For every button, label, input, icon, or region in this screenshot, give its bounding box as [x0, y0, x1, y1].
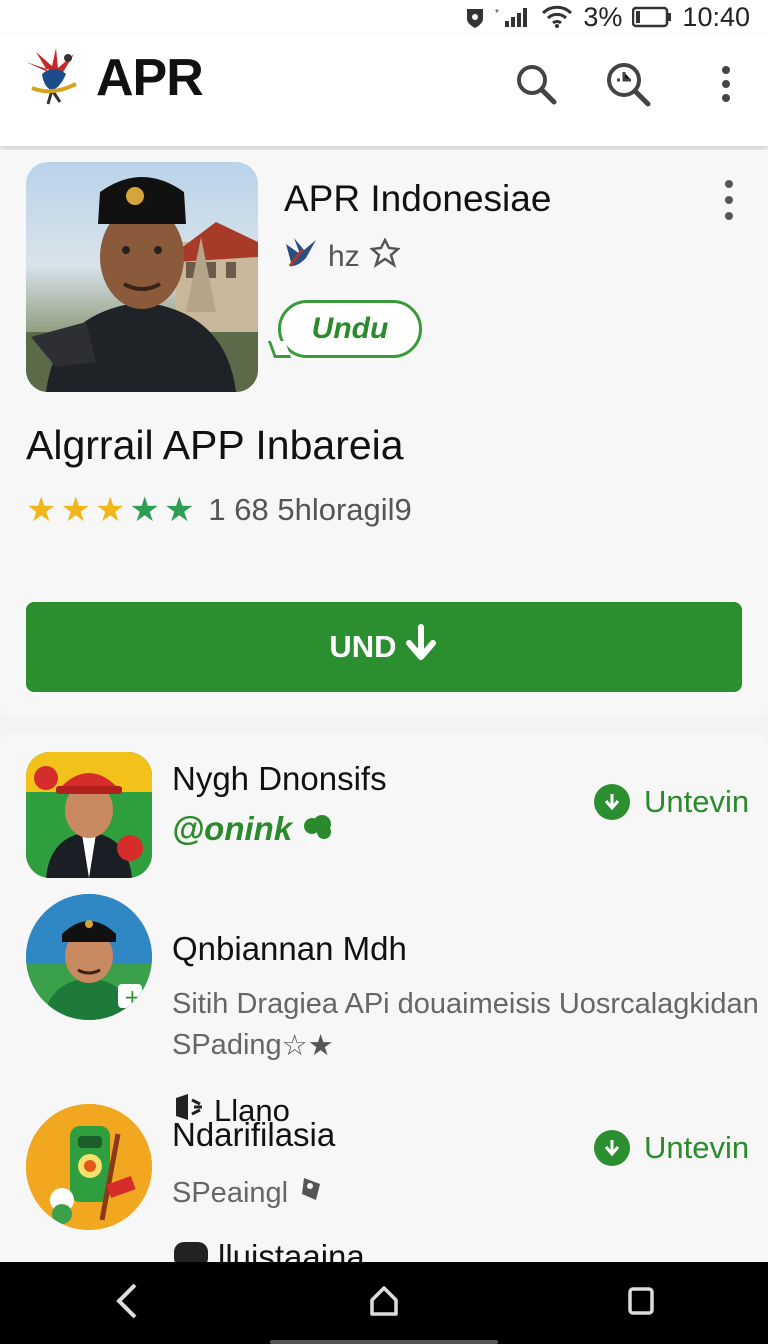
recents-button[interactable] [627, 1286, 655, 1321]
rating-row: ★ ★ ★ ★ ★ 1 68 5hloragil9 [26, 492, 412, 528]
cloud-icon [300, 810, 334, 848]
back-button[interactable] [113, 1281, 141, 1326]
battery-icon [632, 6, 672, 28]
star-icon: ★ [94, 491, 126, 529]
battery-percent: 3% [583, 1, 623, 32]
list-item-thumbnail: + [26, 894, 152, 1020]
home-button[interactable] [368, 1284, 400, 1323]
wifi-icon [541, 5, 573, 29]
star-icon: ★ [26, 491, 57, 529]
overflow-menu-button[interactable] [704, 60, 748, 112]
pill-label: Undu [311, 312, 389, 345]
clock: 10:40 [682, 1, 750, 32]
install-button[interactable]: UND [26, 602, 742, 692]
list-item-title: lluistaaina [218, 1238, 365, 1264]
system-navigation-bar [0, 1262, 768, 1344]
zoom-clock-icon [605, 61, 651, 112]
list-item-install-action[interactable]: Untevin [594, 784, 749, 820]
shield-notification-icon [465, 5, 485, 29]
download-pill-button[interactable]: Undu [267, 300, 422, 358]
tag-icon [298, 1174, 326, 1212]
list-item-subtitle-2: SPading ☆ ★ [172, 1028, 334, 1063]
gesture-indicator [270, 1340, 498, 1344]
app-title: APR [96, 49, 204, 107]
home-icon [368, 1285, 400, 1322]
list-item-subtitle-text: SPeaingl [172, 1176, 289, 1209]
recents-icon [627, 1286, 655, 1320]
download-circle-icon [594, 784, 630, 820]
list-item-title: Nygh Dnonsifs [172, 760, 387, 797]
list-item-subtitle-text: @onink [172, 810, 293, 847]
more-vert-icon [720, 64, 732, 109]
star-icon: ★ [129, 491, 160, 529]
svg-text:*: * [495, 8, 499, 19]
app-card-more-button[interactable] [716, 180, 742, 220]
partial-icon [172, 1238, 212, 1264]
app-detail-card: APR Indonesiae hz Undu Algrrail APP Inba… [0, 150, 768, 716]
list-item-title: Qnbiannan Mdh [172, 930, 407, 967]
related-apps-list: Nygh Dnonsifs @onink Untevin + Qnbiannan… [0, 734, 768, 1264]
svg-text:+: + [124, 985, 141, 1009]
signal-icon: * [495, 5, 531, 29]
garuda-logo-icon [22, 44, 84, 110]
status-bar: * 3% 10:40 [0, 0, 768, 34]
star-half-icon: ★ [163, 491, 195, 529]
list-item-subtitle: Sitih Dragiea APi douaimeisis Uosrcalagk… [172, 988, 759, 1020]
star-outline-icon: ☆ [281, 1030, 308, 1062]
install-label: UND [329, 629, 397, 664]
download-arrow-icon [403, 623, 439, 671]
list-item-title: Ndarifilasia [172, 1116, 336, 1153]
rating-text: 1 68 5hloragil9 [208, 492, 412, 527]
back-icon [113, 1283, 141, 1325]
search-icon [515, 63, 557, 110]
app-name: APR Indonesiae [284, 178, 552, 219]
star-icon: ★ [307, 1030, 334, 1062]
zoom-history-button[interactable] [605, 60, 651, 112]
list-item-title-row: lluistaaina [172, 1238, 365, 1264]
list-item-action-label: Untevin [644, 1130, 750, 1165]
star-icon: ★ [60, 491, 91, 529]
app-headline: Algrrail APP Inbareia [26, 422, 404, 468]
developer-row[interactable]: hz [284, 236, 401, 278]
list-item-install-action[interactable]: Untevin [594, 1130, 749, 1166]
download-circle-icon [594, 1130, 630, 1166]
app-bar: APR [0, 34, 768, 146]
list-item-subtitle: @onink [172, 810, 334, 848]
list-item-subtitle: SPeaingl [172, 1174, 326, 1212]
badge-icon [368, 237, 401, 276]
list-item-action-label: Untevin [644, 784, 750, 819]
list-item-subtitle-2-text: SPading [172, 1029, 282, 1061]
search-button[interactable] [514, 60, 558, 112]
list-item-thumbnail [26, 1104, 152, 1230]
list-item-thumbnail [26, 752, 152, 878]
app-icon-photo [26, 162, 258, 392]
developer-bird-icon [284, 236, 318, 278]
developer-name: hz [328, 240, 360, 273]
